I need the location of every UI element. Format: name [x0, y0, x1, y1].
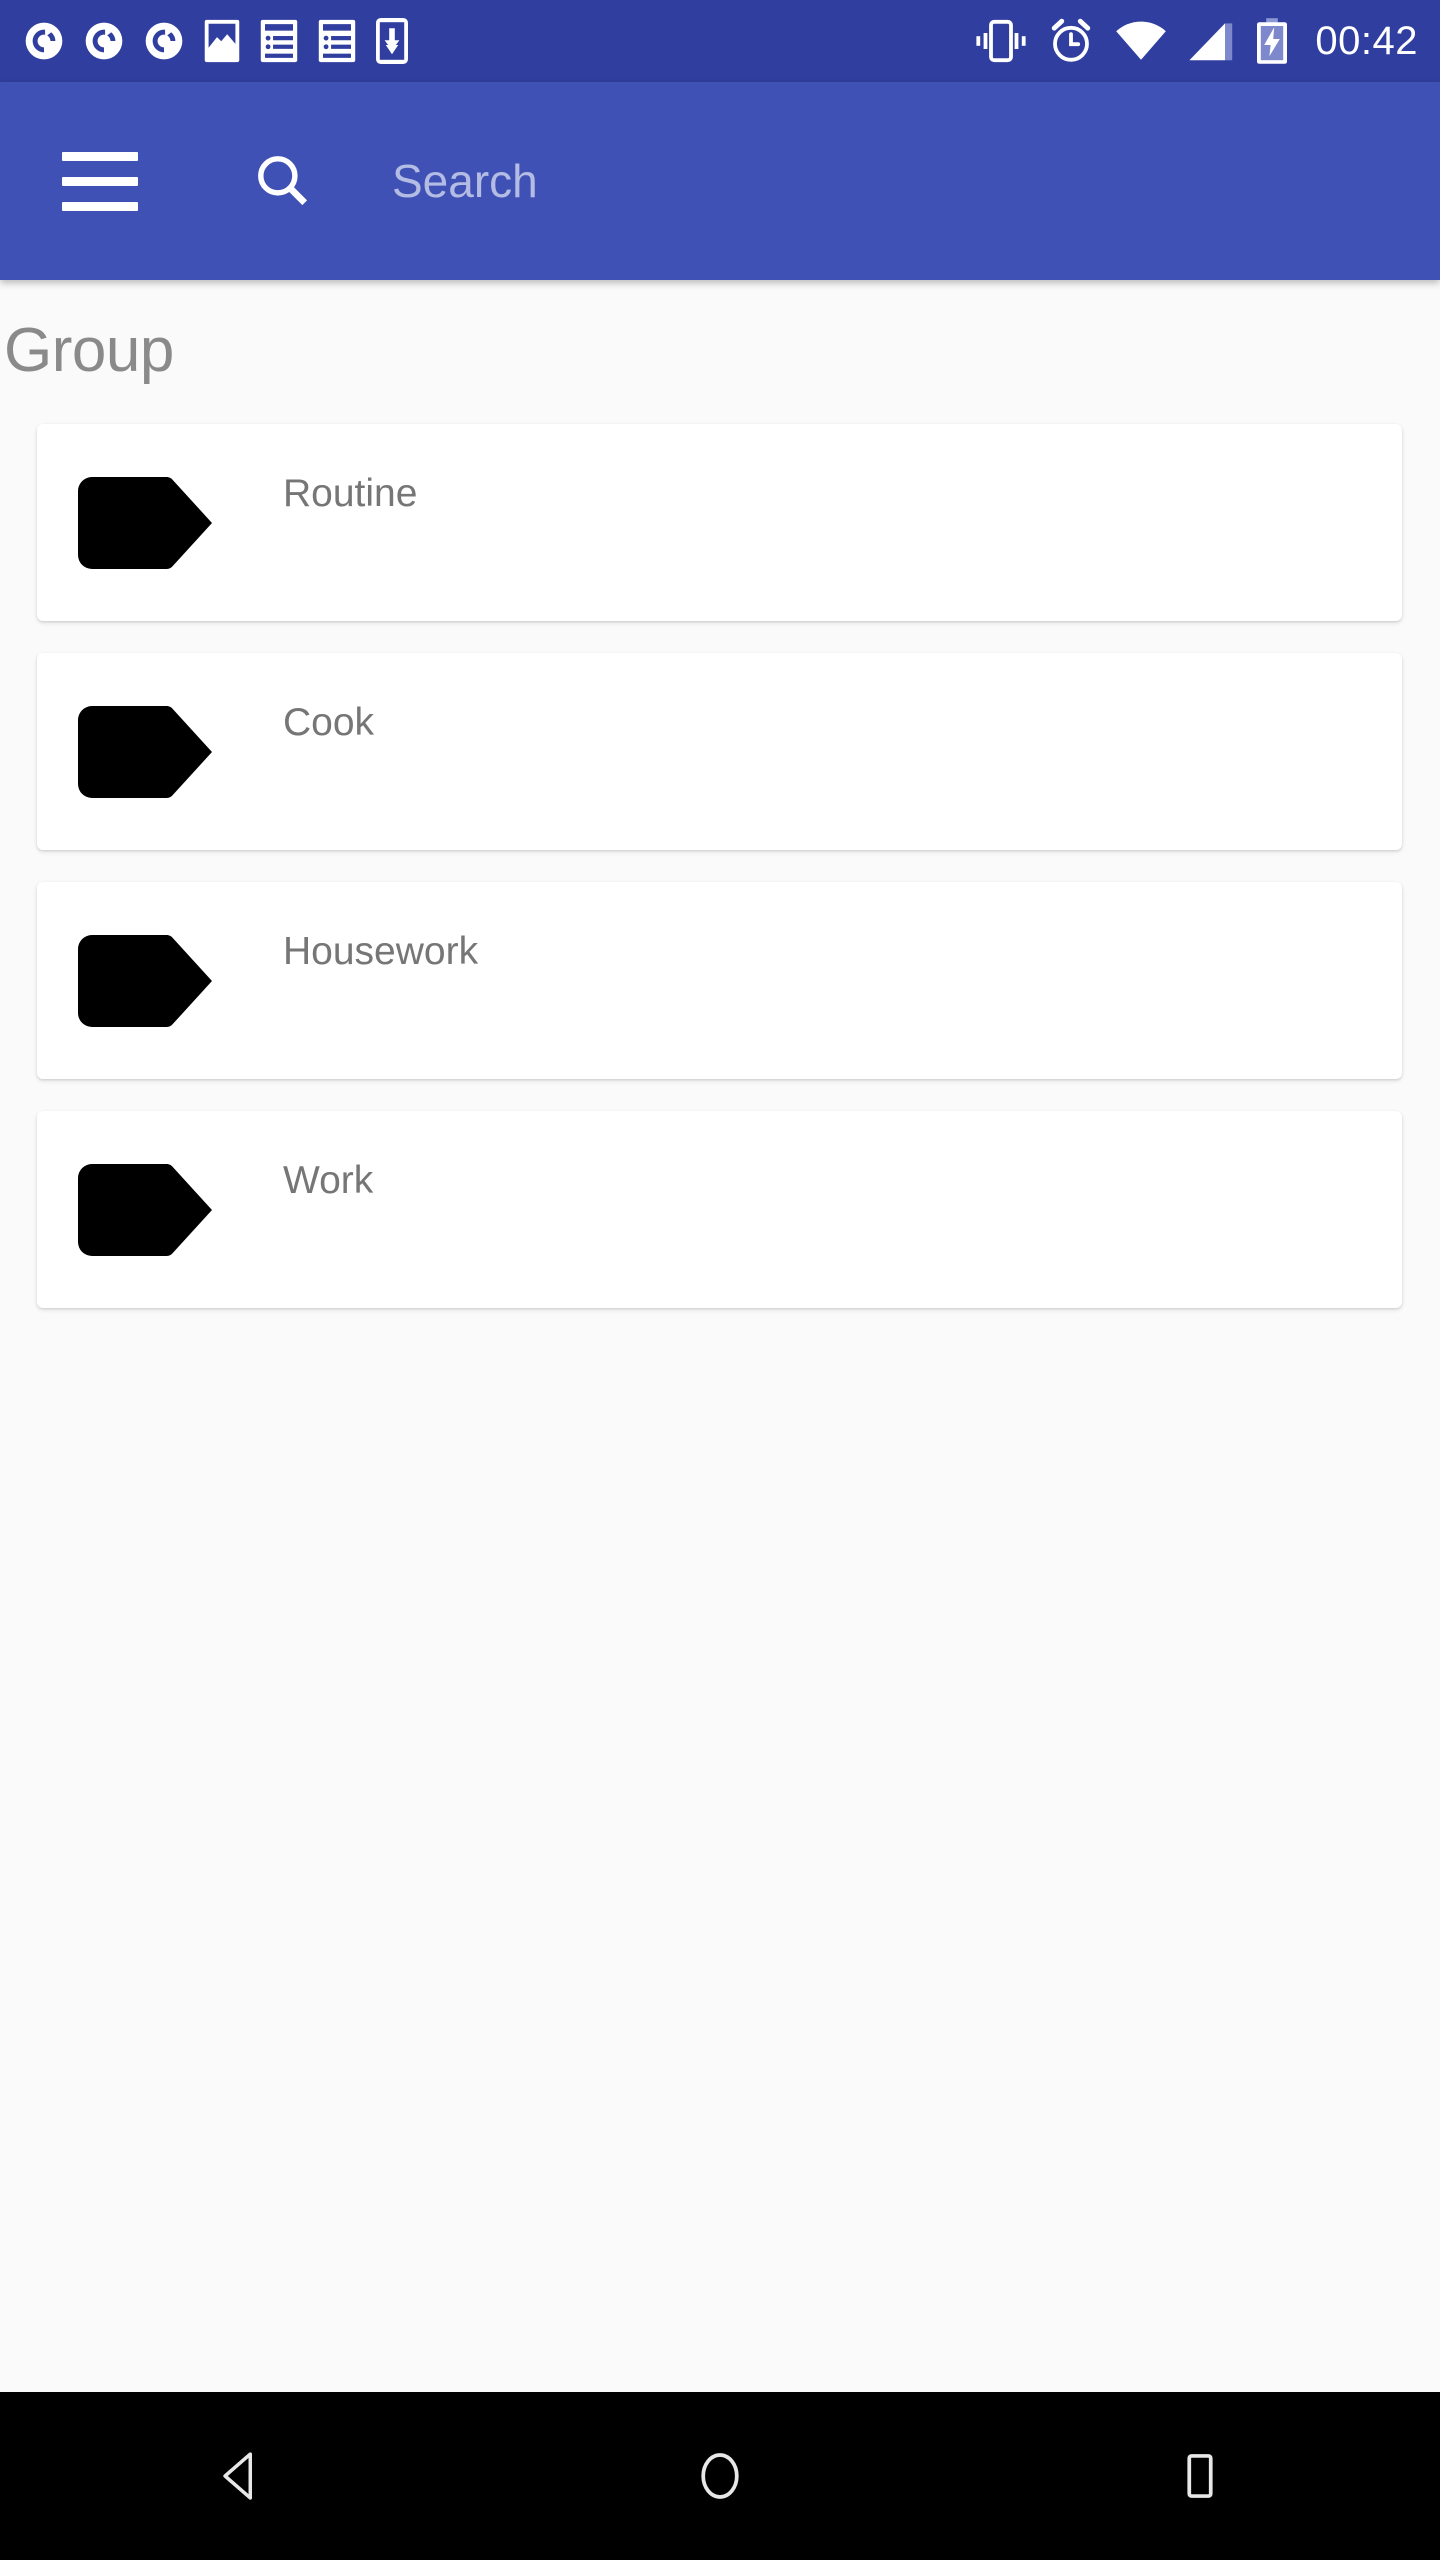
list-item-label: Cook: [283, 701, 375, 744]
list-item[interactable]: Routine: [37, 424, 1402, 621]
status-bar: 00:42: [0, 0, 1440, 82]
alarm-clock-icon: [1052, 18, 1091, 62]
android-navigation-bar: [0, 2392, 1440, 2560]
phone-screen: 00:42 Search Group Routine Cook Housewor…: [0, 0, 1440, 2560]
list-item-label: Housework: [283, 930, 479, 973]
tag-icon: [78, 705, 213, 798]
home-circle-icon[interactable]: [692, 2448, 748, 2504]
list-item[interactable]: Cook: [37, 653, 1402, 850]
hamburger-line: [62, 151, 138, 161]
group-list: Routine Cook Housework Work: [0, 424, 1440, 1308]
tag-icon: [78, 1163, 213, 1256]
recents-button[interactable]: [960, 2392, 1440, 2560]
back-button[interactable]: [0, 2392, 480, 2560]
main-content: Group Routine Cook Housework Work: [0, 280, 1440, 2392]
back-triangle-icon[interactable]: [212, 2448, 268, 2504]
home-button[interactable]: [480, 2392, 960, 2560]
wifi-icon: [1116, 21, 1167, 60]
hamburger-line: [62, 201, 138, 211]
search-bar[interactable]: Search: [252, 150, 538, 212]
status-bar-system-icons: 00:42: [975, 17, 1418, 65]
phone-download-icon: [376, 18, 408, 64]
search-icon[interactable]: [252, 150, 314, 212]
battery-charging-icon: [1257, 18, 1288, 64]
image-icon: [204, 19, 240, 63]
page-title: Group: [4, 316, 174, 385]
list-item[interactable]: Work: [37, 1111, 1402, 1308]
sync-circle-icon: [145, 22, 183, 60]
status-bar-notification-icons: [22, 17, 410, 65]
vibrate-icon: [976, 19, 1026, 63]
cellular-signal-icon: [1189, 23, 1233, 61]
tag-icon: [78, 476, 213, 569]
article-list-icon: [260, 19, 298, 63]
search-input[interactable]: Search: [392, 158, 538, 204]
hamburger-line: [62, 176, 138, 186]
sync-circle-icon: [85, 22, 123, 60]
hamburger-menu-icon[interactable]: [62, 143, 138, 219]
tag-icon: [78, 934, 213, 1027]
sync-circle-icon: [25, 22, 63, 60]
list-item-label: Work: [283, 1159, 374, 1202]
app-bar: Search: [0, 82, 1440, 280]
recents-square-icon[interactable]: [1172, 2448, 1228, 2504]
list-item-label: Routine: [283, 472, 418, 515]
list-item[interactable]: Housework: [37, 882, 1402, 1079]
status-bar-clock: 00:42: [1315, 19, 1418, 63]
article-list-icon: [318, 19, 356, 63]
